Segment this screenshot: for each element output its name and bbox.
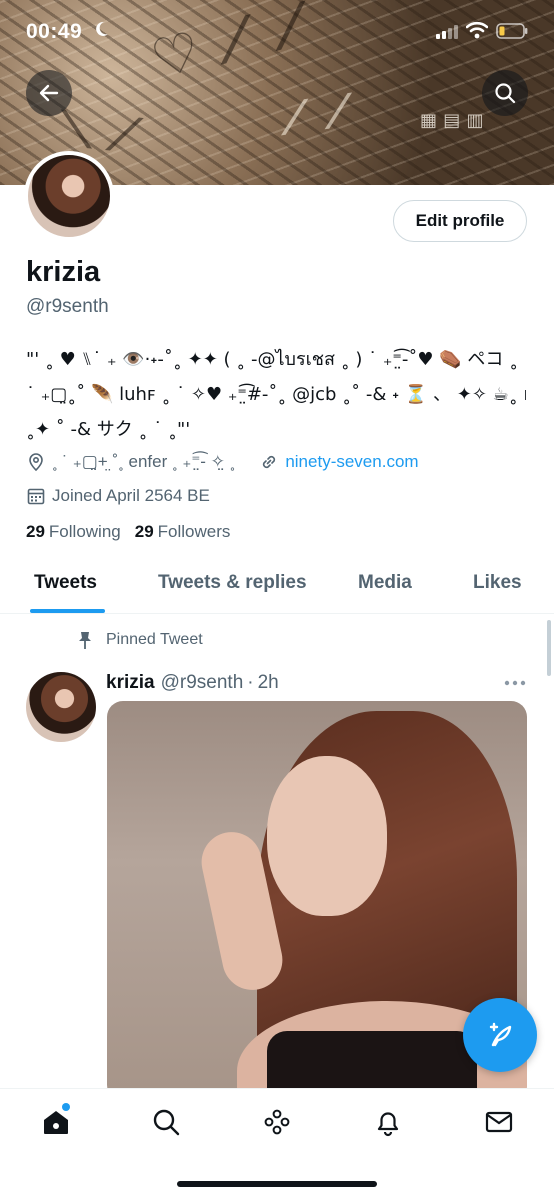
followers-label: Followers [157,522,231,541]
tweet-author-handle: @r9senth [160,672,244,693]
edit-profile-button[interactable]: Edit profile [393,200,527,242]
following-link[interactable]: 29 Following [26,522,121,542]
home-indicator [177,1181,377,1187]
unread-indicator [62,1103,70,1111]
profile-handle: @r9senth [26,296,109,317]
banner-art: ▦ ▤ ▥ [420,110,484,131]
calendar-icon [27,488,45,505]
tweet-header: krizia @r9senth · 2h [106,672,279,694]
scrollbar[interactable] [547,620,551,676]
tweet-author-name[interactable]: krizia [106,672,155,694]
tab-likes[interactable]: Likes [473,572,522,594]
tweet-separator: · [247,672,254,693]
followers-count: 29 [134,522,154,541]
pin-icon [79,632,91,649]
bio-line: "' ˳ ♥ ⑊˙ ₊ 👁️·˖-˚˳ ✦✦ ( ˳ -@ไบรเชส ˳ ) … [26,349,519,370]
profile-meta: ˳ ˙ ₊▢̤+̤ ˚˳ enfer ˳ ₊⁼̤͡- ✧̤ ˳ ninety-s… [26,450,419,474]
search-icon[interactable] [151,1107,181,1137]
home-icon[interactable] [41,1107,71,1137]
status-bar: 00:49 [0,14,554,50]
arrow-left-icon [39,84,59,102]
pinned-text: Pinned Tweet [106,631,203,648]
profile-bio: "' ˳ ♥ ⑊˙ ₊ 👁️·˖-˚˳ ✦✦ ( ˳ -@ไบรเชส ˳ ) … [26,342,526,447]
mail-icon[interactable] [484,1107,514,1137]
followers-link[interactable]: 29 Followers [135,522,231,542]
search-button[interactable] [482,70,528,116]
signal-icon [436,25,458,39]
following-count: 29 [26,522,45,541]
search-icon [495,83,516,104]
spaces-icon[interactable] [262,1107,292,1137]
joined-date: Joined April 2564 BE [52,486,210,505]
pinned-tweet-label: Pinned Tweet [76,630,203,650]
bio-line: ˳✦ ˚ -& サク ˳ ˙ ˳"' [26,419,191,440]
compose-tweet-button[interactable] [463,998,537,1072]
profile-tabs: Tweets Tweets & replies Media Likes [0,556,554,614]
following-label: Following [48,522,121,541]
tweet-avatar[interactable] [26,672,96,742]
tab-tweets-and-replies[interactable]: Tweets & replies [158,572,307,594]
battery-icon [496,23,528,39]
photo-shape [267,756,387,916]
status-time: 00:49 [26,20,83,43]
location-pin-icon [29,453,43,472]
follow-stats: 29 Following 29 Followers [26,522,244,542]
profile-website-link[interactable]: ninety-seven.com [285,452,418,472]
tab-tweets[interactable]: Tweets [34,572,97,594]
wifi-icon [466,21,488,39]
bottom-navigation [0,1088,554,1200]
profile-avatar[interactable] [24,151,114,241]
profile-location: ˳ ˙ ₊▢̤+̤ ˚˳ enfer ˳ ₊⁼̤͡- ✧̤ ˳ [52,452,236,471]
moon-icon [96,21,108,36]
profile-joined: Joined April 2564 BE [26,484,210,508]
tweet-timestamp[interactable]: 2h [258,672,279,694]
tab-media[interactable]: Media [358,572,412,594]
banner-art: ⟋ ⟋ [276,85,357,144]
compose-icon [489,1022,512,1047]
more-options-icon[interactable] [503,678,527,688]
bio-line: ˙ ₊▢̤˳˚ 🪶 luhꜰ ˳ ˙ ✧♥ ₊⁼̤͡#-˚˳ @jcb ˳˚ -… [26,384,526,405]
active-tab-indicator [30,609,105,613]
link-icon [263,455,276,469]
bell-icon[interactable] [373,1107,403,1137]
display-name: krizia [26,256,101,288]
back-button[interactable] [26,70,72,116]
